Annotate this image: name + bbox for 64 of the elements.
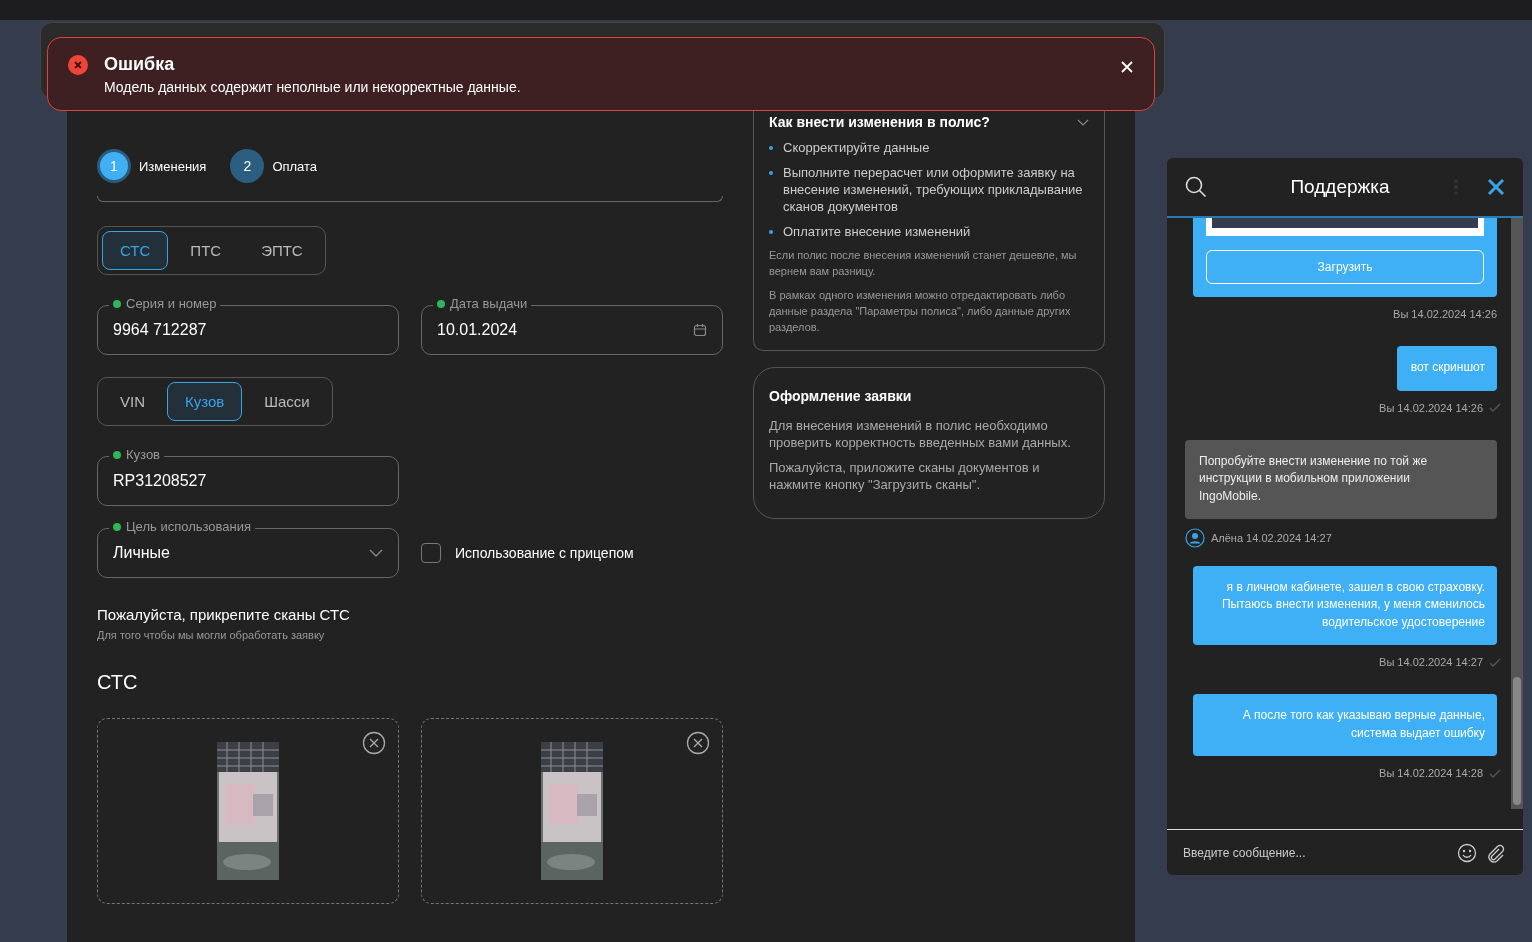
document-type-tab[interactable]: ЭПТС [243, 231, 321, 270]
field-label: Серия и номер [126, 296, 217, 311]
bullet-icon [769, 146, 773, 150]
toast-message: Модель данных содержит неполные или некорректные данные. [104, 79, 522, 95]
checkbox[interactable] [421, 543, 441, 563]
chat-title: Поддержка [1289, 176, 1391, 198]
outgoing-message: вот скриншот [1396, 346, 1497, 391]
message-meta: Алёна 14.02.2024 14:27 [1211, 532, 1332, 545]
card-title: Как внести изменения в полис? [769, 114, 990, 130]
text-field[interactable]: Дата выдачи 10.01.2024 [421, 296, 723, 355]
paperclip-icon[interactable] [1485, 842, 1505, 863]
avatar-icon [1185, 528, 1205, 549]
card-text: Для внесения изменений в полис необходимо проверить корректность введенных вами данных. [769, 418, 1072, 452]
field-label: Цель использования [126, 519, 251, 534]
step-number: 2 [230, 149, 265, 183]
text-field[interactable]: Кузов RP31208527 [97, 447, 399, 506]
chevron-icon[interactable] [1077, 118, 1089, 126]
card-text: Пожалуйста, приложите сканы документов и нажмите кнопку "Загрузить сканы". [769, 459, 1041, 494]
close-icon[interactable] [1487, 178, 1505, 196]
note-text: В рамках одного изменения можно отредактировать либо данные раздела "Параметры полиса", либо данные других разделов. [769, 288, 1072, 336]
search-icon[interactable] [1185, 176, 1207, 198]
step-number: 1 [97, 149, 131, 183]
bullet-icon [769, 170, 773, 175]
checkbox-label: Использование с прицепом [455, 545, 634, 561]
field-value: RP31208527 [113, 472, 208, 490]
identifier-type-tab[interactable]: Шасси [246, 382, 328, 421]
message-meta: Вы 14.02.2024 14:27 [1379, 656, 1483, 669]
outgoing-message: А после того как указываю верные данные, система выдает ошибку [1193, 694, 1497, 756]
remove-icon[interactable] [362, 731, 386, 755]
text-field[interactable]: Серия и номер 9964 712287 [97, 296, 399, 355]
section-title: СТС [97, 671, 139, 694]
message-meta: Вы 14.02.2024 14:28 [1379, 767, 1483, 779]
error-icon [68, 55, 88, 75]
outgoing-message: я в личном кабинете, зашел в свою страховку. Пытаюсь внести изменения, у меня сменилось водительское удостоверение [1193, 566, 1497, 646]
card-title: Оформление заявки [769, 388, 913, 405]
message-input[interactable]: Введите сообщение... [1181, 844, 1449, 861]
identifier-type-tab[interactable]: Кузов [167, 382, 243, 421]
bullet-icon [769, 229, 773, 234]
calendar-icon[interactable] [693, 323, 707, 337]
incoming-message: Попробуйте внести изменение по той же инструкции в мобильном приложении IngoMobile. [1185, 439, 1497, 520]
document-type-tab[interactable]: СТС [102, 231, 169, 270]
chevron-icon [369, 549, 383, 557]
remove-icon[interactable] [686, 731, 710, 755]
field-label: Кузов [126, 447, 161, 462]
field-label: Дата выдачи [450, 296, 528, 311]
document-type-tab[interactable]: ПТС [172, 231, 240, 270]
emoji-icon[interactable] [1457, 842, 1477, 863]
step-text: Оплатите внесение изменений [783, 223, 971, 241]
note-text: Если полис после внесения изменений станет дешевле, мы вернем вам разницу. [769, 248, 1078, 280]
field-value: 9964 712287 [113, 321, 208, 339]
scrollbar-thumb[interactable] [1513, 677, 1521, 805]
step-label[interactable]: Оплата [272, 158, 318, 174]
toast-title: Ошибка [104, 54, 176, 75]
scans-subtitle: Для того чтобы мы могли обработать заявку [97, 629, 326, 641]
identifier-type-tab[interactable]: VIN [102, 382, 163, 421]
step-text: Выполните перерасчет или оформите заявку на внесение изменений, требующих прикладывание сканов документов [783, 164, 1084, 216]
message-meta: Вы 14.02.2024 14:26 [1393, 308, 1497, 321]
field-value: Личные [113, 544, 171, 562]
select-field[interactable]: Цель использования Личные [97, 519, 399, 578]
message-meta: Вы 14.02.2024 14:26 [1379, 401, 1483, 414]
scans-title: Пожалуйста, прикрепите сканы СТС [97, 606, 351, 623]
step-text: Скорректируйте данные [783, 140, 930, 157]
field-value: 10.01.2024 [437, 321, 519, 339]
step-label[interactable]: Изменения [139, 158, 207, 174]
